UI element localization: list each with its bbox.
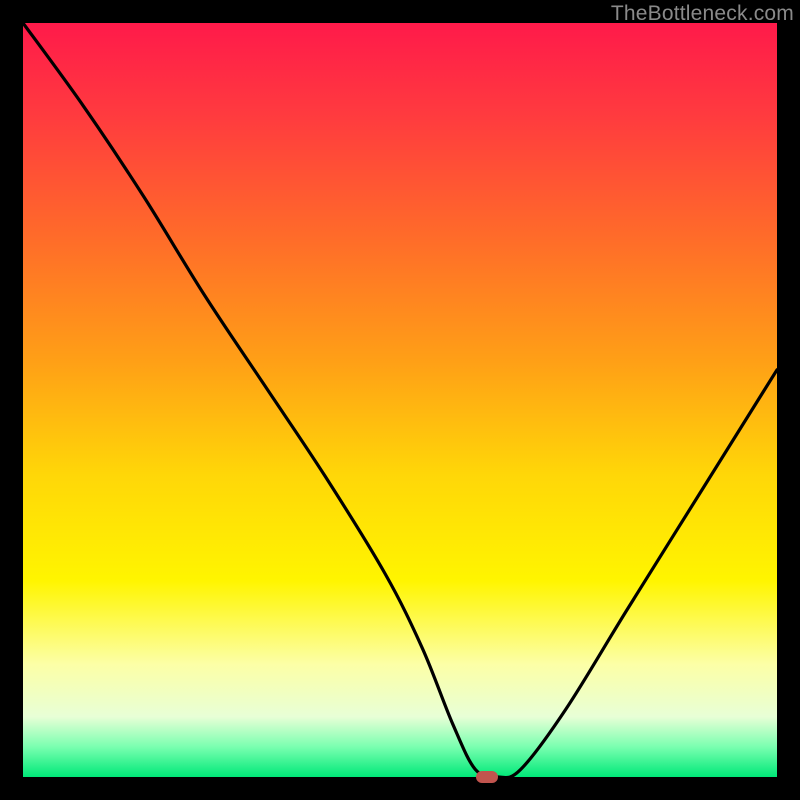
plot-area <box>23 23 777 777</box>
curve-svg <box>23 23 777 777</box>
optimal-marker <box>476 771 498 783</box>
chart-frame: TheBottleneck.com <box>0 0 800 800</box>
bottleneck-curve <box>23 23 777 777</box>
